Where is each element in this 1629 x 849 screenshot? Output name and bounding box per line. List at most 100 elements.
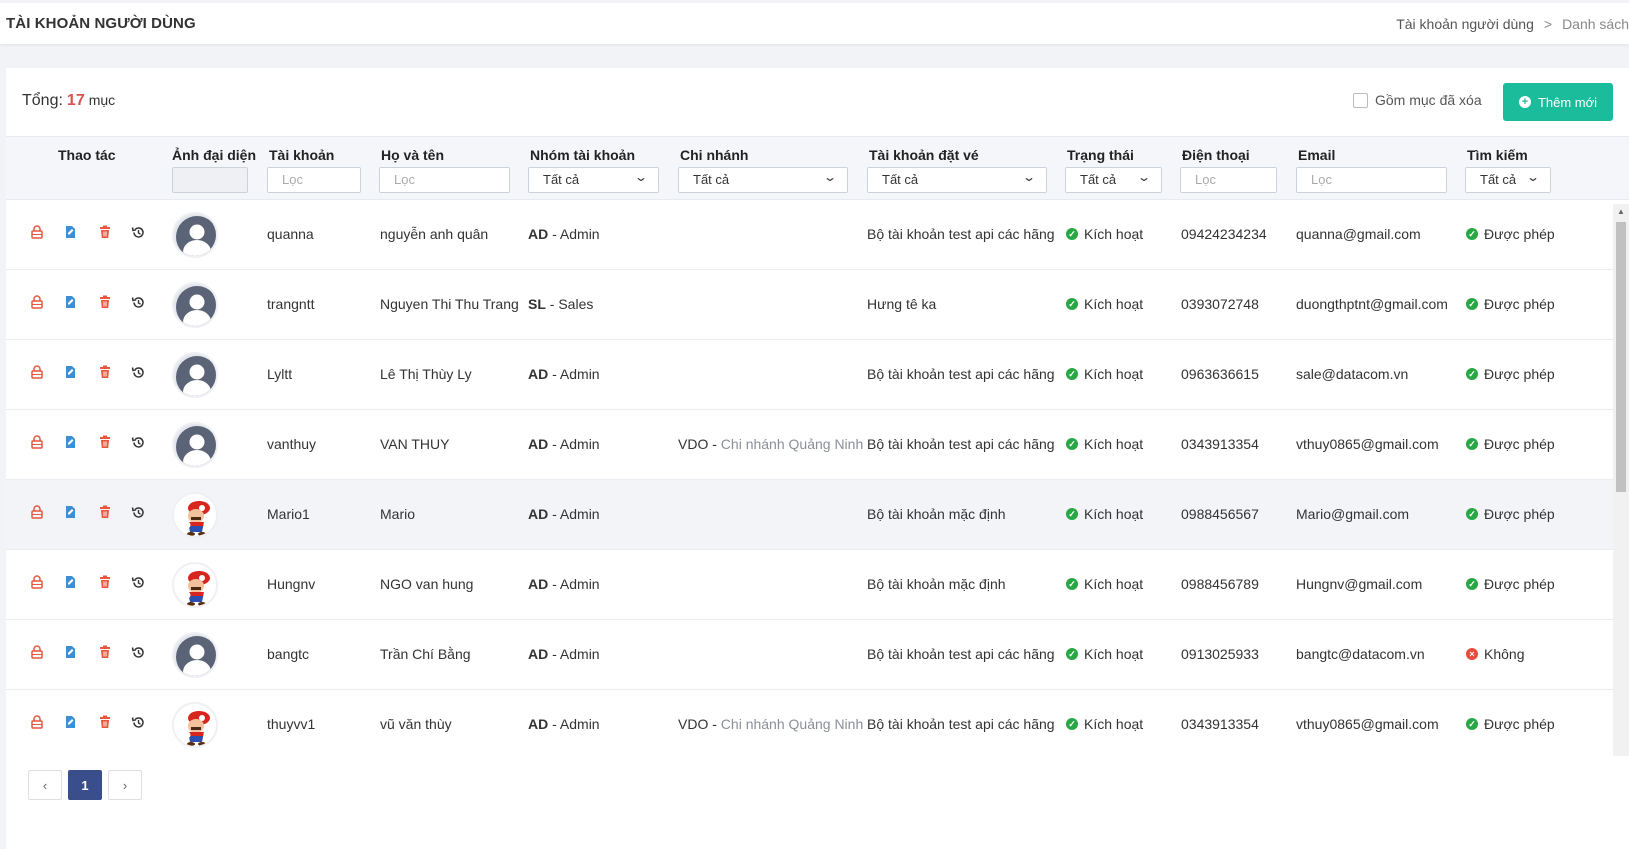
account-filter-input[interactable]: Lọc [267, 167, 361, 193]
delete-icon[interactable] [98, 645, 114, 661]
phone-cell: 09424234234 [1181, 226, 1267, 242]
check-circle-icon: ✓ [1066, 438, 1078, 450]
email-cell: Hungnv@gmail.com [1296, 576, 1423, 592]
search-permission-text: Được phép [1484, 226, 1555, 242]
edit-icon[interactable] [64, 365, 80, 381]
table-row[interactable]: Hungnv NGO van hung AD - Admin Bộ tài khoản… [6, 550, 1629, 620]
col-status[interactable]: Trạng thái [1067, 147, 1134, 163]
delete-icon[interactable] [98, 715, 114, 731]
lock-icon[interactable] [30, 225, 46, 241]
edit-icon[interactable] [64, 645, 80, 661]
email-cell: duongthptnt@gmail.com [1296, 296, 1448, 312]
lock-icon[interactable] [30, 575, 46, 591]
status-badge: ✓ Kích hoạt [1066, 716, 1143, 732]
history-icon[interactable] [131, 435, 147, 451]
edit-icon[interactable] [64, 435, 80, 451]
lock-icon[interactable] [30, 645, 46, 661]
search-filter-value: Tất cả [1480, 172, 1517, 187]
history-icon[interactable] [131, 575, 147, 591]
check-circle-icon: ✓ [1066, 368, 1078, 380]
next-page-button[interactable]: › [108, 770, 142, 800]
phone-filter-input[interactable]: Lọc [1180, 167, 1277, 193]
edit-icon[interactable] [64, 505, 80, 521]
history-icon[interactable] [131, 225, 147, 241]
table-row[interactable]: Mario1 Mario AD - Admin Bộ tài khoản mặc đị… [6, 480, 1629, 550]
check-circle-icon: ✓ [1466, 578, 1478, 590]
table-row[interactable]: trangntt Nguyen Thi Thu Trang SL - Sales Hư… [6, 270, 1629, 340]
prev-page-button[interactable]: ‹ [28, 770, 62, 800]
status-filter-select[interactable]: Tất cả ⌄ [1065, 167, 1162, 193]
table-row[interactable]: thuyvv1 vũ văn thùy AD - Admin VDO - Chi nh… [6, 690, 1629, 756]
table-row[interactable]: bangtc Trần Chí Bằng AD - Admin Bộ tài khoả… [6, 620, 1629, 690]
group-code: AD [528, 366, 549, 382]
search-permission-badge: ✓ Được phép [1466, 226, 1555, 242]
delete-icon[interactable] [98, 575, 114, 591]
history-icon[interactable] [131, 365, 147, 381]
account-cell: quanna [267, 226, 314, 242]
history-icon[interactable] [131, 715, 147, 731]
booking-filter-select[interactable]: Tất cả ⌄ [867, 167, 1047, 193]
email-filter-input[interactable]: Lọc [1296, 167, 1447, 193]
col-phone[interactable]: Điện thoại [1182, 147, 1250, 163]
table-row[interactable]: vanthuy VAN THUY AD - Admin VDO - Chi nhánh… [6, 410, 1629, 480]
booking-account-cell: Bộ tài khoản test api các hãng [867, 646, 1055, 662]
delete-icon[interactable] [98, 295, 114, 311]
include-deleted-toggle[interactable]: Gồm mục đã xóa [1353, 92, 1482, 108]
avatar [172, 422, 218, 468]
col-email[interactable]: Email [1298, 147, 1335, 163]
edit-icon[interactable] [64, 225, 80, 241]
fullname-cell: Trần Chí Bằng [380, 646, 471, 662]
edit-icon[interactable] [64, 715, 80, 731]
delete-icon[interactable] [98, 505, 114, 521]
status-text: Kích hoạt [1084, 716, 1144, 732]
history-icon[interactable] [131, 645, 147, 661]
group-filter-select[interactable]: Tất cả ⌄ [528, 167, 659, 193]
table-row[interactable]: quanna nguyễn anh quân AD - Admin Bộ tài kh… [6, 200, 1629, 270]
status-text: Kích hoạt [1084, 436, 1144, 452]
x-circle-icon: × [1466, 648, 1478, 660]
avatar [172, 562, 218, 608]
search-permission-text: Được phép [1484, 716, 1555, 732]
edit-icon[interactable] [64, 295, 80, 311]
lock-icon[interactable] [30, 435, 46, 451]
col-group[interactable]: Nhóm tài khoản [530, 147, 635, 163]
search-permission-badge: ✓ Được phép [1466, 576, 1555, 592]
lock-icon[interactable] [30, 715, 46, 731]
check-circle-icon: ✓ [1066, 228, 1078, 240]
group-cell: AD - Admin [528, 436, 600, 452]
history-icon[interactable] [131, 295, 147, 311]
chevron-down-icon: ⌄ [633, 170, 649, 184]
vertical-scrollbar[interactable]: ▲ ▼ [1613, 204, 1629, 756]
include-deleted-checkbox[interactable] [1353, 92, 1368, 108]
vertical-scroll-thumb[interactable] [1616, 222, 1626, 492]
lock-icon[interactable] [30, 505, 46, 521]
email-cell: bangtc@datacom.vn [1296, 646, 1425, 662]
scroll-up-icon[interactable]: ▲ [1617, 207, 1625, 216]
check-circle-icon: ✓ [1066, 298, 1078, 310]
col-account[interactable]: Tài khoản [269, 147, 334, 163]
breadcrumb-item-accounts[interactable]: Tài khoản người dùng [1396, 16, 1534, 32]
history-icon[interactable] [131, 505, 147, 521]
col-branch[interactable]: Chi nhánh [680, 147, 748, 163]
add-new-button[interactable]: + Thêm mới [1503, 83, 1613, 121]
check-circle-icon: ✓ [1066, 508, 1078, 520]
branch-filter-select[interactable]: Tất cả ⌄ [678, 167, 848, 193]
search-permission-badge: ✓ Được phép [1466, 366, 1555, 382]
delete-icon[interactable] [98, 365, 114, 381]
delete-icon[interactable] [98, 225, 114, 241]
col-search[interactable]: Tìm kiếm [1467, 147, 1528, 163]
lock-icon[interactable] [30, 295, 46, 311]
delete-icon[interactable] [98, 435, 114, 451]
edit-icon[interactable] [64, 575, 80, 591]
status-text: Kích hoạt [1084, 366, 1144, 382]
lock-icon[interactable] [30, 365, 46, 381]
page-1-button[interactable]: 1 [68, 770, 102, 800]
search-filter-select[interactable]: Tất cả ⌄ [1465, 167, 1551, 193]
table-row[interactable]: Lyltt Lê Thị Thùy Ly AD - Admin Bộ tài khoả… [6, 340, 1629, 410]
col-fullname[interactable]: Họ và tên [381, 147, 444, 163]
group-name: Admin [559, 576, 600, 592]
fullname-filter-input[interactable]: Lọc [379, 167, 510, 193]
phone-cell: 0343913354 [1181, 716, 1259, 732]
group-cell: AD - Admin [528, 646, 600, 662]
col-booking-account[interactable]: Tài khoản đặt vé [869, 147, 979, 163]
